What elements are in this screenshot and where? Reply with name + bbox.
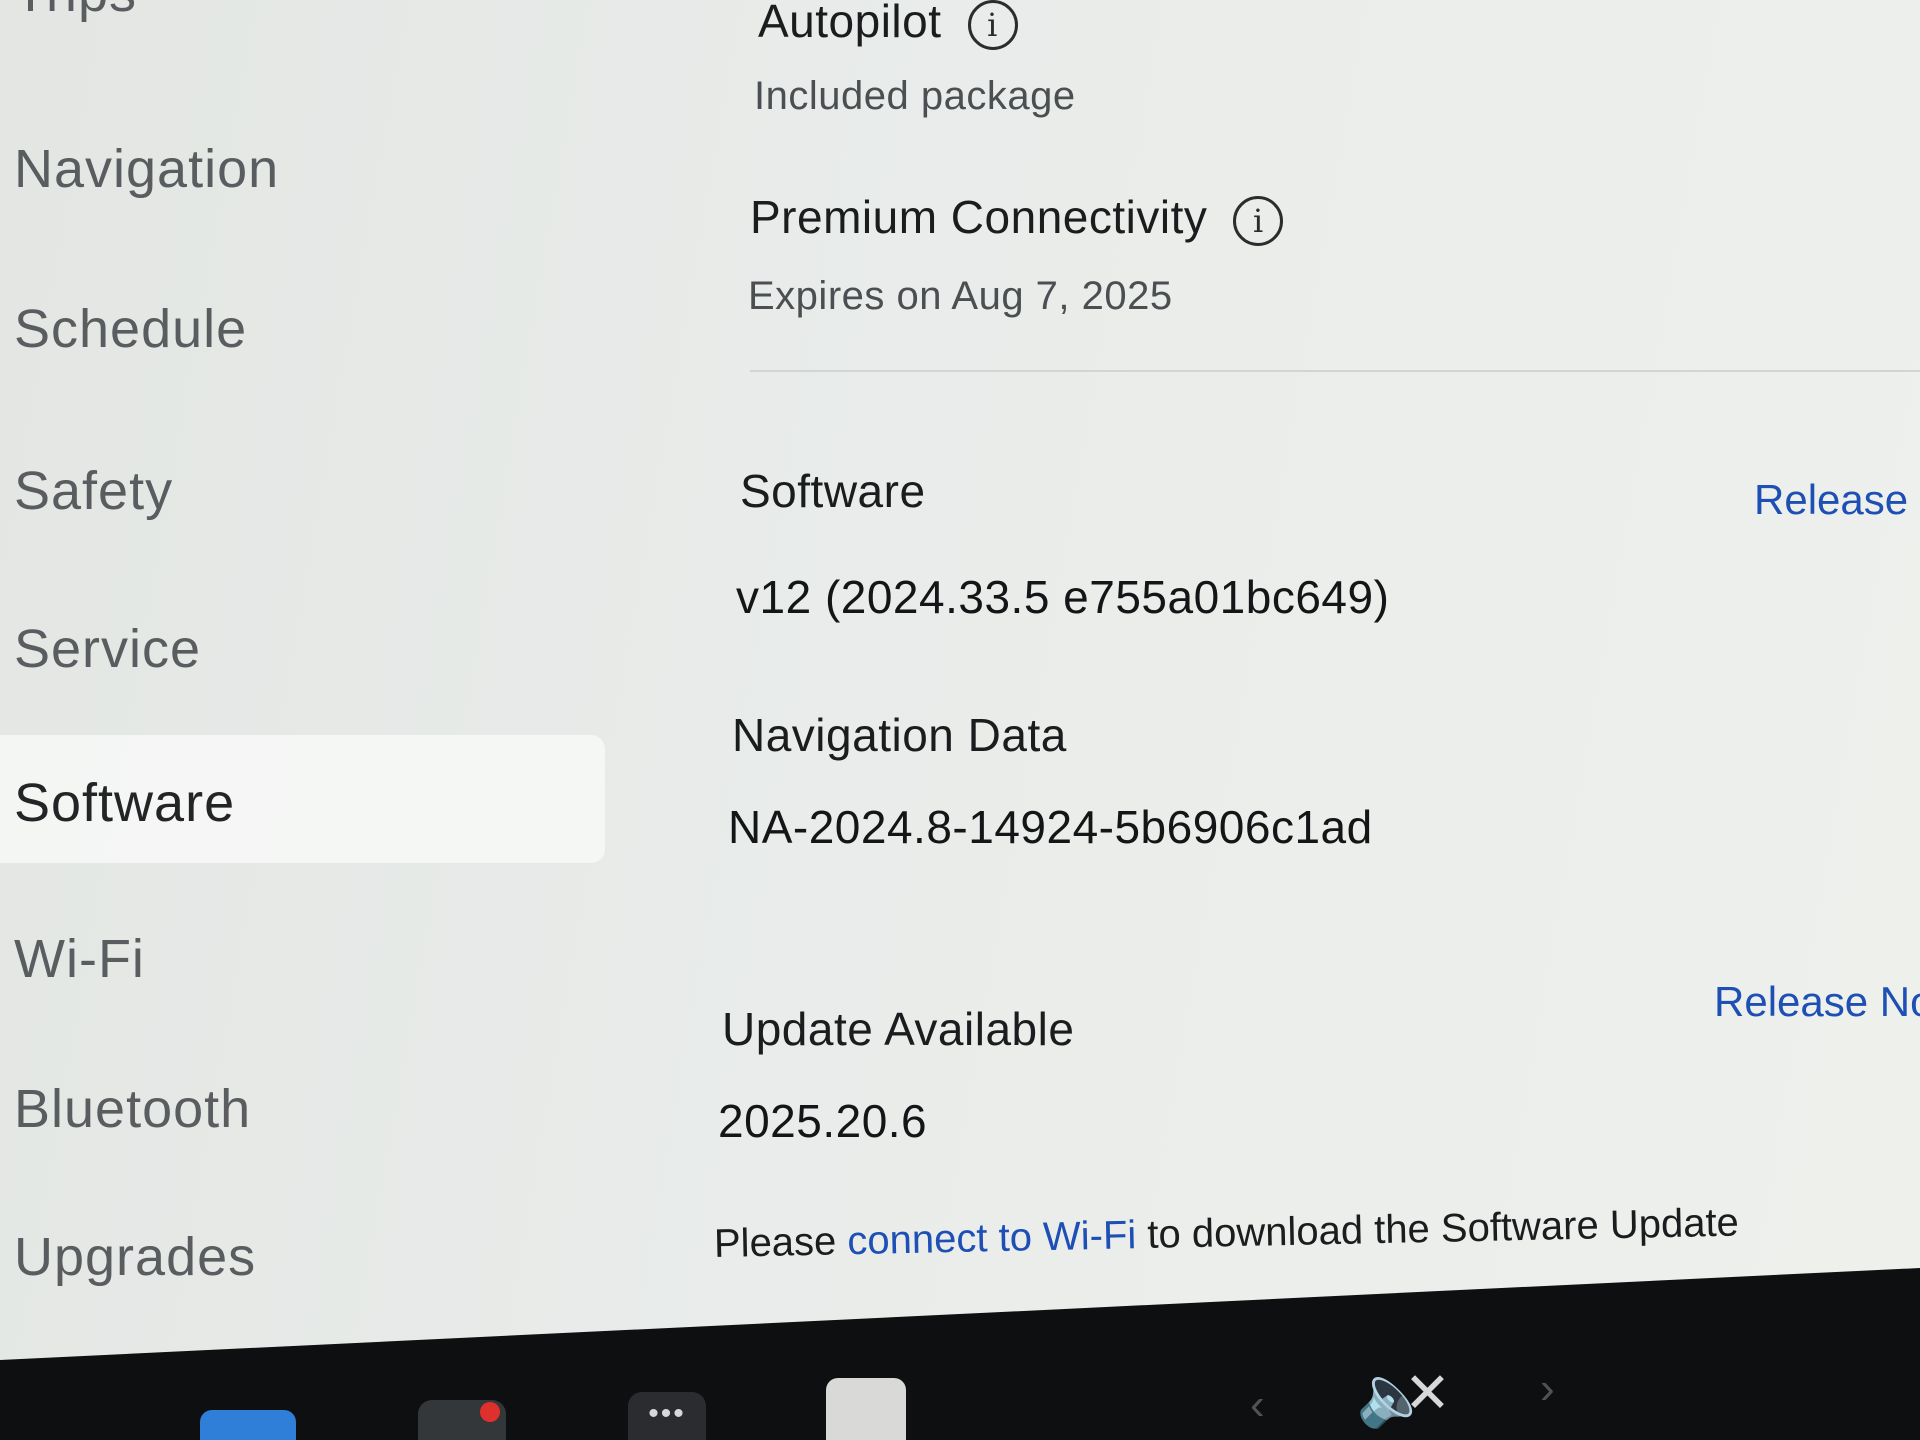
sidebar-item-upgrades[interactable]: Upgrades	[14, 1226, 256, 1288]
notice-prefix: Please	[713, 1219, 848, 1266]
sidebar-item-service[interactable]: Service	[14, 618, 201, 680]
sidebar-item-safety[interactable]: Safety	[14, 460, 173, 522]
connect-wifi-link[interactable]: connect to Wi-Fi	[847, 1213, 1137, 1263]
sidebar-item-wifi[interactable]: Wi-Fi	[14, 928, 145, 990]
update-wifi-notice: Please connect to Wi-Fi to download the …	[714, 1201, 1740, 1267]
navigation-data-value: NA-2024.8-14924-5b6906c1ad	[728, 801, 1373, 853]
settings-panel: Trips Navigation Schedule Safety Service…	[0, 0, 1920, 1360]
autopilot-title: Autopilot	[758, 0, 942, 47]
update-release-notes-link[interactable]: Release No	[1714, 978, 1920, 1026]
chevron-right-icon[interactable]: ›	[1540, 1364, 1555, 1414]
sidebar-item-software[interactable]: Software	[14, 772, 235, 834]
autopilot-subtitle: Included package	[754, 74, 1076, 118]
sidebar-item-bluetooth[interactable]: Bluetooth	[14, 1078, 251, 1140]
sidebar-item-schedule[interactable]: Schedule	[14, 298, 247, 360]
mute-x-icon: ✕	[1404, 1361, 1451, 1424]
taskbar: ••• ‹ 🔈 ✕ ›	[0, 1300, 1920, 1440]
premium-connectivity-row: Premium Connectivity i	[750, 190, 1284, 246]
autopilot-row: Autopilot i	[758, 0, 1018, 50]
software-version: v12 (2024.33.5 e755a01bc649)	[736, 571, 1390, 623]
settings-sidebar: Trips Navigation Schedule Safety Service…	[0, 0, 610, 1360]
notes-icon[interactable]	[826, 1378, 906, 1440]
premium-connectivity-title: Premium Connectivity	[750, 191, 1208, 243]
more-icon[interactable]: •••	[628, 1392, 706, 1440]
autopilot-info-icon[interactable]: i	[967, 0, 1018, 50]
update-available-title: Update Available	[722, 1003, 1075, 1055]
update-version: 2025.20.6	[718, 1095, 928, 1147]
navigation-data-title: Navigation Data	[732, 709, 1067, 761]
software-release-notes-link[interactable]: Release N	[1754, 476, 1920, 524]
premium-connectivity-info-icon[interactable]: i	[1233, 195, 1284, 246]
screen: Trips Navigation Schedule Safety Service…	[0, 0, 1920, 1440]
phone-icon[interactable]	[200, 1410, 296, 1440]
chevron-left-icon[interactable]: ‹	[1250, 1380, 1265, 1430]
notice-suffix: to download the Software Update	[1135, 1200, 1740, 1258]
sidebar-item-navigation[interactable]: Navigation	[14, 138, 279, 200]
software-content: Autopilot i Included package Premium Conn…	[640, 0, 1920, 1360]
software-title: Software	[740, 465, 926, 517]
sidebar-item-trips[interactable]: Trips	[14, 0, 137, 24]
section-divider	[750, 370, 1920, 372]
camera-recording-dot	[480, 1402, 500, 1422]
premium-connectivity-subtitle: Expires on Aug 7, 2025	[748, 274, 1173, 318]
